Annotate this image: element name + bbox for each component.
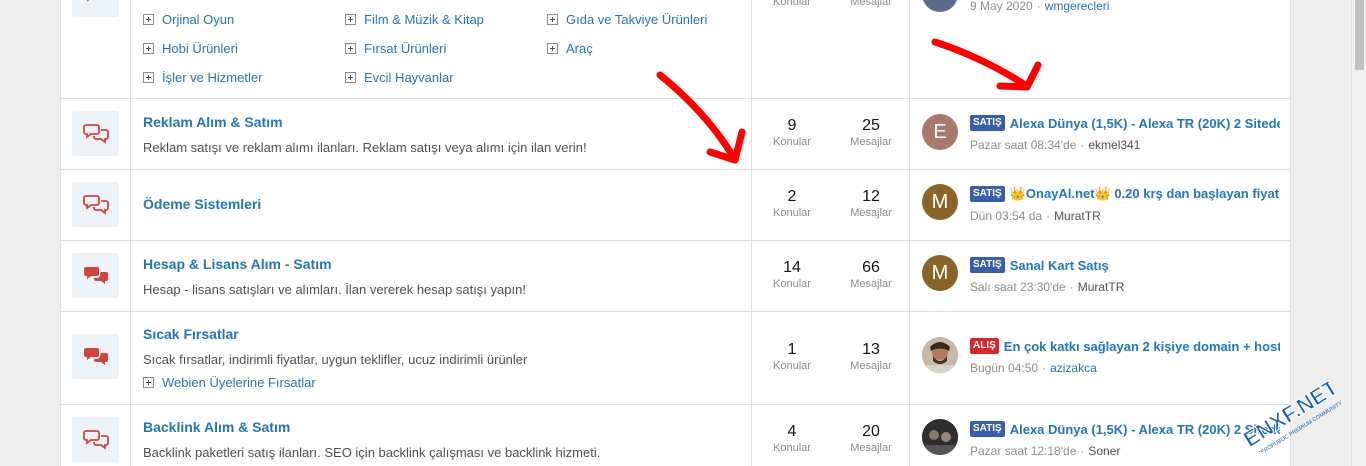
threads-stat: Konular [773, 0, 811, 8]
node-stats: 2 Konular 12 Mesajlar [751, 170, 910, 240]
red-arrow-annotation [931, 38, 1042, 91]
forum-node: Sıcak Fırsatlar Sıcak fırsatlar, indirim… [61, 312, 1290, 405]
node-latest: SATIŞ Alexa Dünya (1,5K) - Alexa TR (20K)… [910, 405, 1290, 466]
latest-thread-link[interactable]: SATIŞ Alexa Dünya (1,5K) - Alexa TR (20K)… [970, 421, 1280, 437]
messages-stat: 25 Mesajlar [850, 117, 892, 148]
forum-node: Backlink Alım & Satım Backlink paketleri… [61, 405, 1290, 466]
node-latest: E SATIŞ Alexa Dünya (1,5K) - Alexa TR (20… [910, 99, 1290, 169]
prefix-badge: SATIŞ [970, 421, 1005, 437]
scrollbar-thumb[interactable] [1355, 0, 1364, 70]
avatar[interactable] [922, 419, 958, 455]
node-main: Hesap & Lisans Alım - Satım Hesap - lisa… [131, 241, 751, 311]
node-stats: Konular Mesajlar [751, 0, 910, 98]
forum-node: Ödeme Sistemleri 2 Konular 12 Mesajlar M S… [61, 170, 1290, 241]
plus-icon [547, 43, 558, 54]
red-arrow-annotation [656, 71, 746, 164]
latest-meta: 9 May 2020 · wmgerecleri [970, 0, 1110, 13]
threads-stat: 1 Konular [773, 341, 811, 372]
node-icon-cell [61, 170, 131, 240]
plus-icon [345, 14, 356, 25]
avatar[interactable]: M [922, 255, 958, 291]
node-stats: 9 Konular 25 Mesajlar [751, 99, 910, 169]
threads-stat: 14 Konular [773, 259, 811, 290]
prefix-badge: SATIŞ [970, 186, 1005, 202]
subforum-link[interactable]: Hobi Ürünleri [143, 41, 238, 56]
threads-stat: 4 Konular [773, 423, 811, 454]
node-main: Backlink Alım & Satım Backlink paketleri… [131, 405, 751, 466]
watermark-brand: ENXF.NET [1239, 382, 1343, 452]
plus-icon [143, 14, 154, 25]
avatar[interactable] [922, 0, 958, 12]
node-title[interactable]: Hesap & Lisans Alım - Satım [143, 256, 332, 272]
node-title[interactable]: Ödeme Sistemleri [143, 196, 261, 212]
node-icon-cell [61, 0, 131, 98]
node-description: Hesap - lisans satışları ve alımları. İl… [143, 282, 526, 297]
node-description: Backlink paketleri satış ilanları. SEO i… [143, 445, 601, 460]
messages-stat: 13 Mesajlar [850, 341, 892, 372]
subforum-link[interactable]: Araç [547, 41, 593, 56]
latest-meta: Pazar saat 08:34'de · ekmel341 [970, 138, 1141, 152]
chat-bubbles-filled-icon[interactable] [72, 253, 119, 298]
threads-stat: 2 Konular [773, 188, 811, 219]
node-stats: 1 Konular 13 Mesajlar [751, 312, 910, 404]
latest-thread-link[interactable]: SATIŞ Alexa Dünya (1,5K) - Alexa TR (20K)… [970, 115, 1280, 131]
subforum-link[interactable]: İşler ve Hizmetler [143, 70, 262, 85]
messages-stat: 20 Mesajlar [850, 423, 892, 454]
avatar[interactable] [922, 337, 958, 373]
subforum-link[interactable]: Fırsat Ürünleri [345, 41, 446, 56]
subforum-link[interactable]: Film & Müzik & Kitap [345, 12, 484, 27]
avatar[interactable]: E [922, 114, 958, 150]
threads-stat: 9 Konular [773, 117, 811, 148]
node-icon-cell [61, 312, 131, 404]
node-description: Sıcak fırsatlar, indirimli fiyatlar, uyg… [143, 352, 528, 367]
chat-bubbles-icon[interactable] [72, 0, 119, 17]
node-title[interactable]: Sıcak Fırsatlar [143, 326, 239, 342]
prefix-badge: SATIŞ [970, 257, 1005, 273]
subforum-link[interactable]: Orjinal Oyun [143, 12, 234, 27]
plus-icon [345, 72, 356, 83]
node-latest: M SATIŞ 👑OnayAl.net👑 0.20 krş dan başlaya… [910, 170, 1290, 240]
messages-stat: 66 Mesajlar [850, 259, 892, 290]
messages-stat: Mesajlar [850, 0, 892, 8]
latest-thread-link[interactable]: SATIŞ Sanal Kart Satış [970, 257, 1280, 273]
avatar[interactable]: M [922, 184, 958, 220]
node-icon-cell [61, 405, 131, 466]
plus-icon [143, 43, 154, 54]
vertical-scrollbar[interactable] [1351, 0, 1366, 466]
node-title[interactable]: Reklam Alım & Satım [143, 114, 283, 130]
plus-icon [143, 377, 154, 388]
subforum-link[interactable]: Webien Üyelerine Fırsatlar [143, 375, 316, 390]
chat-bubbles-icon[interactable] [72, 111, 119, 156]
chat-bubbles-icon[interactable] [72, 182, 119, 227]
chat-bubbles-filled-icon[interactable] [72, 334, 119, 379]
latest-meta: Dün 03:54 da · MuratTR [970, 209, 1101, 223]
node-main: Ödeme Sistemleri [131, 170, 751, 240]
enxf-watermark-logo: ENXF.NET ZEROPUBLIC PREMIUM COMMUNITY [1238, 374, 1348, 458]
node-stats: 14 Konular 66 Mesajlar [751, 241, 910, 311]
subforum-link[interactable]: Evcil Hayvanlar [345, 70, 454, 85]
messages-stat: 12 Mesajlar [850, 188, 892, 219]
node-latest: M SATIŞ Sanal Kart Satış Salı saat 23:30'… [910, 241, 1290, 311]
latest-meta: Bugün 04:50 · azizakca [970, 361, 1097, 375]
node-icon-cell [61, 99, 131, 169]
node-description: Reklam satışı ve reklam alımı ilanları. … [143, 140, 587, 155]
prefix-badge: SATIŞ [970, 115, 1005, 131]
prefix-badge: ALIŞ [970, 338, 999, 354]
plus-icon [143, 72, 154, 83]
forum-node: Hesap & Lisans Alım - Satım Hesap - lisa… [61, 241, 1290, 312]
node-icon-cell [61, 241, 131, 311]
latest-meta: Salı saat 23:30'de · MuratTR [970, 280, 1125, 294]
latest-thread-link[interactable]: ALIŞ En çok katkı sağlayan 2 kişiye domai… [970, 338, 1280, 354]
node-latest: ALIŞ En çok katkı sağlayan 2 kişiye domai… [910, 312, 1290, 404]
node-main: Sıcak Fırsatlar Sıcak fırsatlar, indirim… [131, 312, 751, 404]
plus-icon [345, 43, 356, 54]
latest-thread-link[interactable]: SATIŞ 👑OnayAl.net👑 0.20 krş dan başlayan … [970, 186, 1280, 202]
node-title[interactable]: Backlink Alım & Satım [143, 419, 290, 435]
subforum-link[interactable]: Gıda ve Takviye Ürünleri [547, 12, 707, 27]
plus-icon [547, 14, 558, 25]
node-stats: 4 Konular 20 Mesajlar [751, 405, 910, 466]
latest-meta: Pazar saat 12:18'de · Soner [970, 444, 1121, 458]
chat-bubbles-icon[interactable] [72, 417, 119, 462]
